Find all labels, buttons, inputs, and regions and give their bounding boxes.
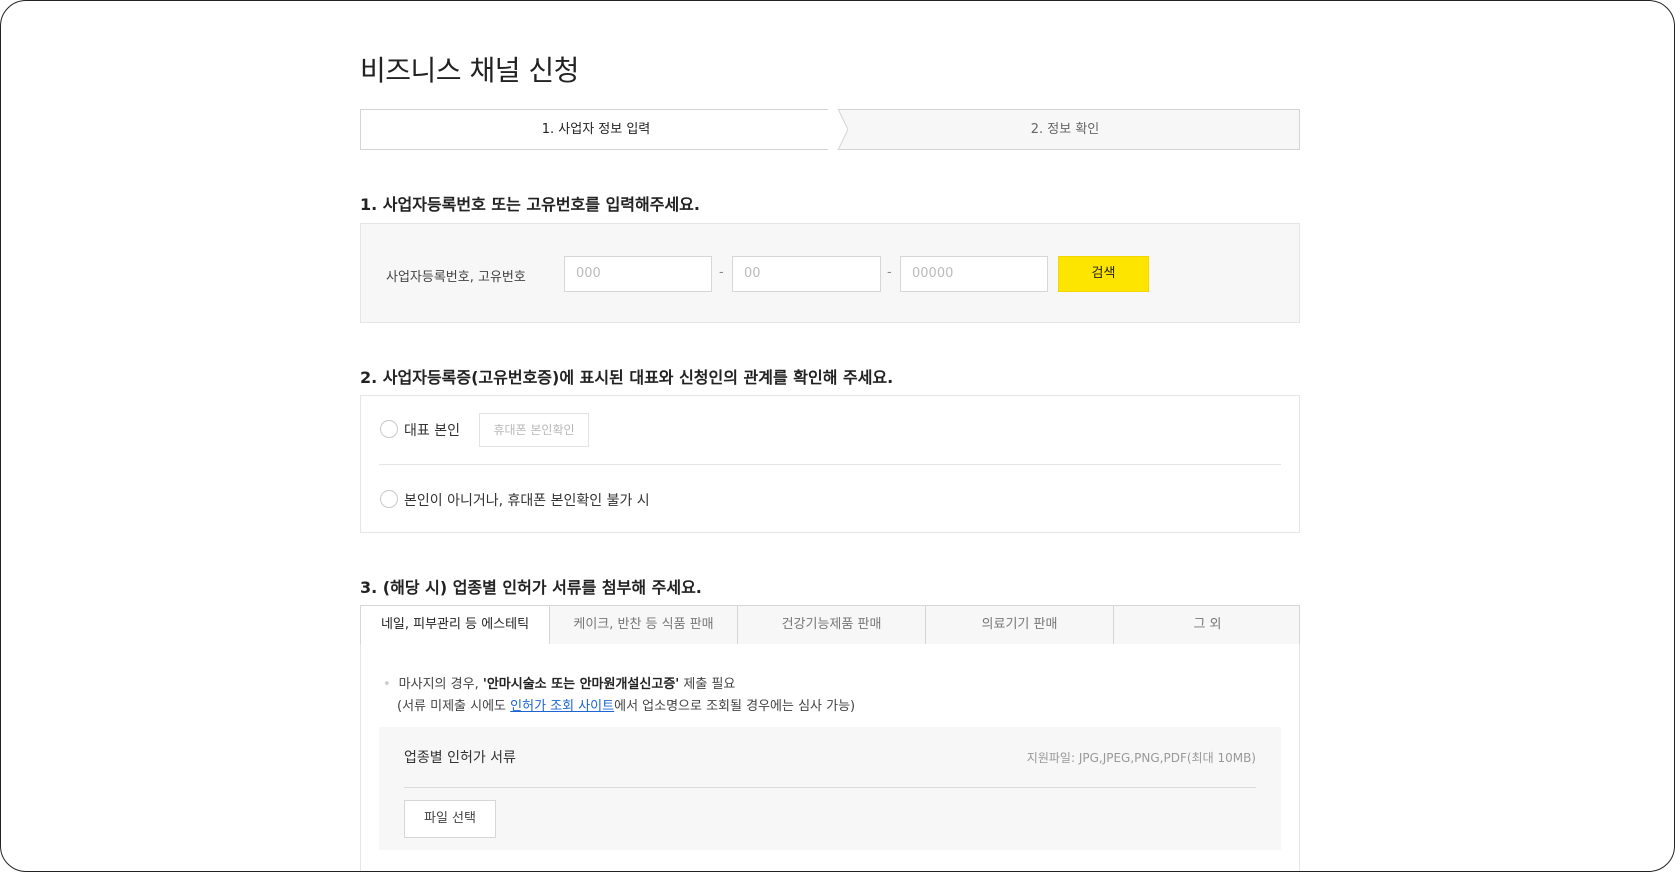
business-number-input-1[interactable]: 000 bbox=[564, 256, 712, 292]
radio-not-representative-label[interactable]: 본인이 아니거나, 휴대폰 본인확인 불가 시 bbox=[404, 490, 650, 510]
radio-representative[interactable] bbox=[380, 420, 398, 438]
page-title: 비즈니스 채널 신청 bbox=[360, 54, 579, 87]
tab-aesthetic[interactable]: 네일, 피부관리 등 에스테틱 bbox=[361, 606, 549, 644]
massage-note: • 마사지의 경우, '안마시술소 또는 안마원개설신고증' 제출 필요 bbox=[383, 673, 735, 692]
search-button[interactable]: 검색 bbox=[1058, 256, 1149, 292]
tab-medical-devices[interactable]: 의료기기 판매 bbox=[925, 606, 1113, 644]
section2-title: 2. 사업자등록증(고유번호증)에 표시된 대표와 신청인의 관계를 확인해 주… bbox=[360, 368, 894, 387]
business-number-label: 사업자등록번호, 고유번호 bbox=[386, 270, 526, 285]
divider bbox=[379, 464, 1281, 465]
note-text: 에서 업소명으로 조회될 경우에는 심사 가능) bbox=[614, 699, 856, 714]
divider bbox=[404, 787, 1256, 788]
separator-dash: - bbox=[887, 265, 892, 280]
note-text: 제출 필요 bbox=[679, 677, 736, 692]
tab-food[interactable]: 케이크, 반찬 등 식품 판매 bbox=[549, 606, 737, 644]
step-indicator: 1. 사업자 정보 입력 2. 정보 확인 bbox=[360, 109, 1300, 150]
file-select-button[interactable]: 파일 선택 bbox=[404, 800, 496, 838]
tab-panel-aesthetic: • 마사지의 경우, '안마시술소 또는 안마원개설신고증' 제출 필요 (서류 … bbox=[360, 644, 1300, 871]
separator-dash: - bbox=[719, 265, 724, 280]
step-confirm-info: 2. 정보 확인 bbox=[1030, 122, 1100, 137]
relationship-box: 대표 본인 휴대폰 본인확인 본인이 아니거나, 휴대폰 본인확인 불가 시 bbox=[360, 395, 1300, 533]
bullet-icon: • bbox=[383, 677, 391, 692]
review-note: (서류 미제출 시에도 인허가 조회 사이트에서 업소명으로 조회될 경우에는 … bbox=[397, 695, 855, 714]
industry-tabs: 네일, 피부관리 등 에스테틱 케이크, 반찬 등 식품 판매 건강기능제품 판… bbox=[360, 605, 1300, 645]
tab-other[interactable]: 그 외 bbox=[1113, 606, 1301, 644]
upload-hint: 지원파일: JPG,JPEG,PNG,PDF(최대 10MB) bbox=[1026, 751, 1256, 765]
step-business-info: 1. 사업자 정보 입력 bbox=[361, 110, 831, 149]
radio-representative-label[interactable]: 대표 본인 bbox=[404, 420, 460, 440]
upload-title: 업종별 인허가 서류 bbox=[404, 750, 516, 766]
business-number-box: 사업자등록번호, 고유번호 000 - 00 - 00000 검색 bbox=[360, 223, 1300, 323]
note-text: (서류 미제출 시에도 bbox=[397, 699, 511, 714]
business-number-input-2[interactable]: 00 bbox=[732, 256, 881, 292]
tab-health-products[interactable]: 건강기능제품 판매 bbox=[737, 606, 925, 644]
license-lookup-link[interactable]: 인허가 조회 사이트 bbox=[510, 699, 614, 714]
note-bold-text: '안마시술소 또는 안마원개설신고증' bbox=[482, 677, 680, 692]
section1-title: 1. 사업자등록번호 또는 고유번호를 입력해주세요. bbox=[360, 195, 700, 214]
note-text: 마사지의 경우, bbox=[398, 677, 483, 692]
upload-box: 업종별 인허가 서류 지원파일: JPG,JPEG,PNG,PDF(최대 10M… bbox=[379, 727, 1281, 850]
business-number-input-3[interactable]: 00000 bbox=[900, 256, 1048, 292]
section3-title: 3. (해당 시) 업종별 인허가 서류를 첨부해 주세요. bbox=[360, 578, 702, 597]
phone-verify-button[interactable]: 휴대폰 본인확인 bbox=[479, 413, 589, 447]
radio-not-representative[interactable] bbox=[380, 490, 398, 508]
window-frame: 비즈니스 채널 신청 1. 사업자 정보 입력 2. 정보 확인 1. 사업자등… bbox=[0, 0, 1675, 872]
